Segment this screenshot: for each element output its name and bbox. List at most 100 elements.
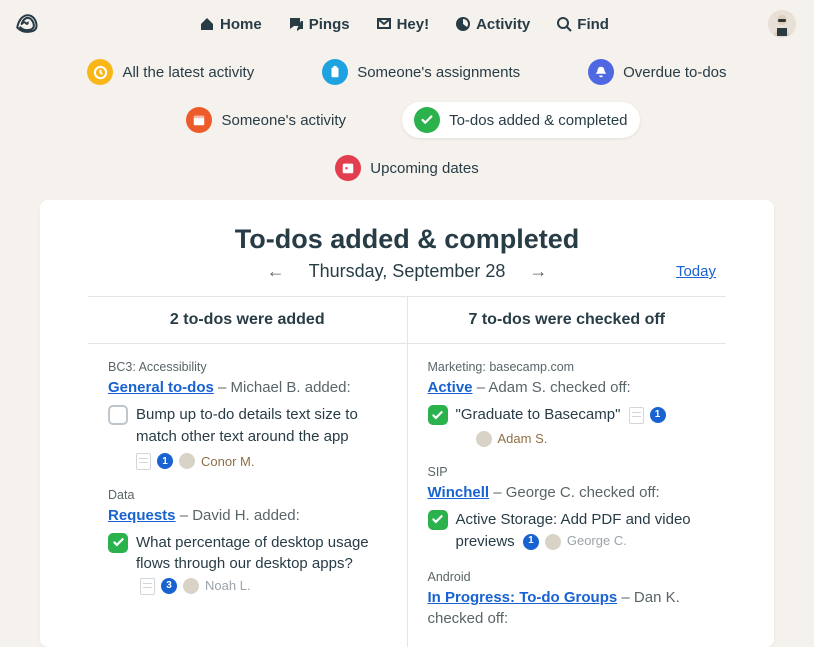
breadcrumb: Android xyxy=(428,570,707,584)
todo-meta: 1 Conor M. xyxy=(136,453,387,470)
current-date: Thursday, September 28 xyxy=(309,261,506,282)
comment-count-badge[interactable]: 1 xyxy=(523,534,539,550)
assignee-avatar[interactable] xyxy=(476,431,492,447)
todo-item: Bump up to-do details text size to match… xyxy=(108,404,387,448)
assignee-name: George C. xyxy=(567,532,627,551)
completed-column: 7 to-dos were checked off Marketing: bas… xyxy=(407,297,727,647)
filter-label: Overdue to-dos xyxy=(623,64,726,81)
completed-heading: 7 to-dos were checked off xyxy=(408,311,727,344)
assignee-avatar[interactable] xyxy=(179,453,195,469)
todo-group: Marketing: basecamp.com Active – Adam S.… xyxy=(428,360,707,447)
breadcrumb: Data xyxy=(108,488,387,502)
list-header: Active – Adam S. checked off: xyxy=(428,377,707,398)
notes-icon[interactable] xyxy=(136,453,151,470)
notes-icon[interactable] xyxy=(629,407,644,424)
today-link[interactable]: Today xyxy=(676,263,716,280)
comment-count-badge[interactable]: 3 xyxy=(161,578,177,594)
prev-day-button[interactable]: ← xyxy=(263,261,289,282)
list-link[interactable]: General to-dos xyxy=(108,379,214,396)
todo-group: SIP Winchell – George C. checked off: Ac… xyxy=(428,465,707,553)
clock-icon xyxy=(87,59,113,85)
todo-group: BC3: Accessibility General to-dos – Mich… xyxy=(108,360,387,470)
activity-icon xyxy=(455,16,471,32)
top-nav: Home Pings Hey! Activity Find xyxy=(40,16,768,33)
filter-latest-activity[interactable]: All the latest activity xyxy=(75,54,266,90)
nav-home[interactable]: Home xyxy=(199,16,262,33)
assignee-name: Adam S. xyxy=(498,431,548,446)
todo-text[interactable]: "Graduate to Basecamp" 1 xyxy=(456,404,707,426)
author-text: – George C. checked off: xyxy=(489,484,660,501)
todo-item: Active Storage: Add PDF and video previe… xyxy=(428,509,707,553)
checkbox-checked[interactable] xyxy=(428,510,448,530)
todo-item: What percentage of desktop usage flows t… xyxy=(108,532,387,597)
list-link[interactable]: Winchell xyxy=(428,484,490,501)
nav-label: Activity xyxy=(476,16,530,33)
breadcrumb: SIP xyxy=(428,465,707,479)
filter-label: Someone's activity xyxy=(221,112,346,129)
author-text: – David H. added: xyxy=(176,507,300,524)
assignee-avatar[interactable] xyxy=(545,534,561,550)
list-link[interactable]: In Progress: To-do Groups xyxy=(428,589,618,606)
todo-text[interactable]: What percentage of desktop usage flows t… xyxy=(136,532,387,597)
nav-label: Find xyxy=(577,16,609,33)
list-link[interactable]: Requests xyxy=(108,507,176,524)
home-icon xyxy=(199,16,215,32)
calendar-icon xyxy=(335,155,361,181)
date-navigation: ← Thursday, September 28 → xyxy=(263,261,552,282)
nav-label: Pings xyxy=(309,16,350,33)
added-heading: 2 to-dos were added xyxy=(88,311,407,344)
clipboard-icon xyxy=(322,59,348,85)
breadcrumb: Marketing: basecamp.com xyxy=(428,360,707,374)
filter-label: All the latest activity xyxy=(122,64,254,81)
list-header: Requests – David H. added: xyxy=(108,505,387,526)
filter-label: Someone's assignments xyxy=(357,64,520,81)
checkbox-checked[interactable] xyxy=(428,405,448,425)
list-link[interactable]: Active xyxy=(428,379,473,396)
logo-icon[interactable] xyxy=(12,10,40,38)
filter-upcoming[interactable]: Upcoming dates xyxy=(323,150,490,186)
nav-activity[interactable]: Activity xyxy=(455,16,530,33)
activity-filters: All the latest activity Someone's assign… xyxy=(0,48,814,200)
nav-find[interactable]: Find xyxy=(556,16,609,33)
checkbox-unchecked[interactable] xyxy=(108,405,128,425)
nav-label: Hey! xyxy=(397,16,430,33)
filter-todos-added-completed[interactable]: To-dos added & completed xyxy=(402,102,639,138)
assignee-name: Conor M. xyxy=(201,454,254,469)
list-header: General to-dos – Michael B. added: xyxy=(108,377,387,398)
user-avatar[interactable] xyxy=(768,10,796,38)
todo-meta: Adam S. xyxy=(476,431,707,447)
filter-label: Upcoming dates xyxy=(370,160,478,177)
todo-item: "Graduate to Basecamp" 1 xyxy=(428,404,707,426)
pings-icon xyxy=(288,16,304,32)
filter-someone-activity[interactable]: Someone's activity xyxy=(174,102,358,138)
filter-label: To-dos added & completed xyxy=(449,112,627,129)
notes-icon[interactable] xyxy=(140,578,155,595)
assignee-name: Noah L. xyxy=(205,577,251,596)
breadcrumb: BC3: Accessibility xyxy=(108,360,387,374)
author-text: – Michael B. added: xyxy=(214,379,351,396)
list-header: Winchell – George C. checked off: xyxy=(428,482,707,503)
added-column: 2 to-dos were added BC3: Accessibility G… xyxy=(88,297,407,647)
filter-assignments[interactable]: Someone's assignments xyxy=(310,54,532,90)
nav-label: Home xyxy=(220,16,262,33)
author-text: – Adam S. checked off: xyxy=(473,379,631,396)
check-icon xyxy=(414,107,440,133)
hey-icon xyxy=(376,16,392,32)
comment-count-badge[interactable]: 1 xyxy=(650,407,666,423)
bell-icon xyxy=(588,59,614,85)
search-icon xyxy=(556,16,572,32)
calendar-icon xyxy=(186,107,212,133)
todo-text[interactable]: Active Storage: Add PDF and video previe… xyxy=(456,509,707,553)
nav-hey[interactable]: Hey! xyxy=(376,16,430,33)
nav-pings[interactable]: Pings xyxy=(288,16,350,33)
assignee-avatar[interactable] xyxy=(183,578,199,594)
list-header: In Progress: To-do Groups – Dan K. check… xyxy=(428,587,707,629)
todo-group: Android In Progress: To-do Groups – Dan … xyxy=(428,570,707,629)
checkbox-checked[interactable] xyxy=(108,533,128,553)
comment-count-badge[interactable]: 1 xyxy=(157,453,173,469)
content-card: To-dos added & completed ← Thursday, Sep… xyxy=(40,200,774,647)
filter-overdue[interactable]: Overdue to-dos xyxy=(576,54,738,90)
page-title: To-dos added & completed xyxy=(40,224,774,255)
todo-text[interactable]: Bump up to-do details text size to match… xyxy=(136,404,387,448)
next-day-button[interactable]: → xyxy=(525,261,551,282)
